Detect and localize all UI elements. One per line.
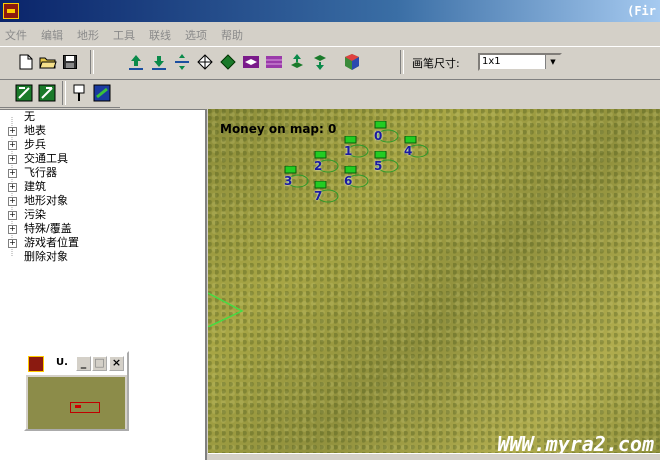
menu-help[interactable]: 帮助: [221, 27, 243, 43]
menu-edit[interactable]: 编辑: [41, 27, 63, 43]
blue-tile-icon[interactable]: [92, 83, 112, 103]
green-flag-2-icon[interactable]: [37, 83, 57, 103]
menu-tools[interactable]: 工具: [113, 27, 135, 43]
lower-cliff-icon[interactable]: [310, 52, 330, 72]
waypoint-marker[interactable]: 2: [312, 151, 342, 181]
diamond-outline-icon[interactable]: [195, 52, 215, 72]
green-flag-1-icon[interactable]: [14, 83, 34, 103]
raise-ground-icon[interactable]: [126, 52, 146, 72]
expand-icon[interactable]: +: [8, 239, 17, 248]
flatten-icon[interactable]: [172, 52, 192, 72]
waypoint-marker[interactable]: 3: [282, 166, 312, 196]
minimap-titlebar[interactable]: U. _ □ ×: [26, 353, 127, 375]
window-title: (Fir: [627, 4, 656, 18]
waypoint-marker[interactable]: 4: [402, 136, 432, 166]
menu-bar: 文件 编辑 地形 工具 联线 选项 帮助: [0, 24, 660, 44]
menu-file[interactable]: 文件: [5, 27, 27, 43]
lower-ground-icon[interactable]: [149, 52, 169, 72]
horizontal-scrollbar[interactable]: [208, 453, 660, 460]
map-canvas[interactable]: Money on map: 0 0 1 2 3 4 5 6 7 WWW.myra…: [208, 109, 660, 460]
diamond-fill-icon[interactable]: [218, 52, 238, 72]
expand-icon[interactable]: +: [8, 141, 17, 150]
map-edge-marker: [208, 292, 244, 327]
toolbar-separator: [62, 81, 66, 105]
waypoint-marker[interactable]: 0: [372, 121, 402, 151]
minimap-view[interactable]: [28, 377, 125, 429]
maximize-icon[interactable]: □: [92, 356, 107, 371]
minimap-window[interactable]: U. _ □ ×: [24, 351, 129, 431]
brush-size-select[interactable]: 1x1 ▼: [478, 53, 562, 71]
save-icon[interactable]: [60, 52, 80, 72]
open-folder-icon[interactable]: [38, 52, 58, 72]
title-bar: (Fir: [0, 0, 660, 22]
menu-terrain[interactable]: 地形: [77, 27, 99, 43]
expand-icon[interactable]: +: [8, 169, 17, 178]
brush-size-label: 画笔尺寸:: [412, 57, 460, 70]
close-icon[interactable]: ×: [109, 356, 124, 371]
purple-tile-icon[interactable]: [241, 52, 261, 72]
minimap-marker: [75, 405, 81, 408]
waypoint-icon[interactable]: [69, 83, 89, 103]
expand-icon[interactable]: +: [8, 183, 17, 192]
waypoint-marker[interactable]: 1: [342, 136, 372, 166]
waypoint-marker[interactable]: 7: [312, 181, 342, 211]
waypoint-marker[interactable]: 5: [372, 151, 402, 181]
purple-pattern-icon[interactable]: [264, 52, 284, 72]
secondary-toolbar: [0, 79, 120, 108]
expand-icon[interactable]: +: [8, 127, 17, 136]
menu-options[interactable]: 选项: [185, 27, 207, 43]
expand-icon[interactable]: +: [8, 225, 17, 234]
app-icon: [3, 3, 19, 19]
app-icon: [28, 356, 44, 372]
minimize-icon[interactable]: _: [76, 356, 91, 371]
toolbar-separator: [90, 50, 94, 74]
brush-size-value: 1x1: [482, 56, 501, 67]
cube-icon[interactable]: [342, 52, 362, 72]
raise-cliff-icon[interactable]: [287, 52, 307, 72]
expand-icon[interactable]: +: [8, 197, 17, 206]
toolbar-separator: [400, 50, 404, 74]
menu-online[interactable]: 联线: [149, 27, 171, 43]
expand-icon[interactable]: +: [8, 211, 17, 220]
new-file-icon[interactable]: [16, 52, 36, 72]
chevron-down-icon[interactable]: ▼: [545, 55, 560, 69]
minimap-title: U.: [56, 357, 68, 368]
expand-icon[interactable]: +: [8, 155, 17, 164]
waypoint-marker[interactable]: 6: [342, 166, 372, 196]
money-label: Money on map: 0: [220, 122, 337, 136]
